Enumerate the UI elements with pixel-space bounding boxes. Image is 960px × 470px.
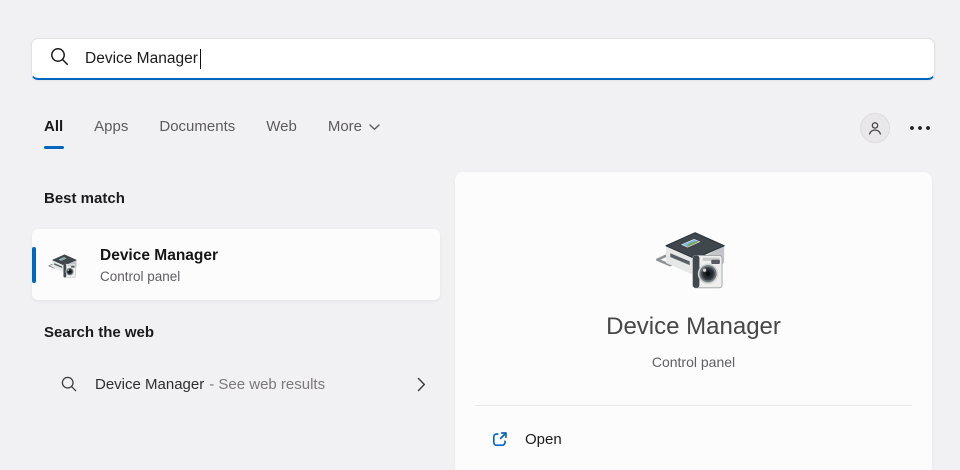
tab-apps[interactable]: Apps [94, 118, 128, 149]
expand-web-results-button[interactable] [413, 373, 430, 396]
chevron-down-icon [369, 124, 380, 131]
device-manager-icon [48, 250, 80, 279]
search-the-web-heading: Search the web [44, 324, 154, 341]
header-actions [860, 113, 933, 143]
tab-more[interactable]: More [328, 118, 380, 149]
more-options-button[interactable] [907, 121, 933, 135]
open-external-icon [490, 430, 509, 449]
divider [475, 405, 912, 406]
preview-panel: Device Manager Control panel Open [455, 172, 932, 470]
result-subtitle: Control panel [100, 269, 218, 284]
filter-bar: All Apps Documents Web More [44, 118, 933, 149]
chevron-right-icon [417, 377, 426, 392]
windows-search-flyout: Device Manager All Apps Documents Web Mo… [0, 0, 960, 470]
preview-subtitle: Control panel [455, 354, 932, 370]
user-avatar-icon [866, 119, 884, 137]
best-match-item[interactable]: Device Manager Control panel [32, 229, 440, 300]
open-action[interactable]: Open [475, 419, 912, 459]
search-filter-tabs: All Apps Documents Web More [44, 118, 380, 149]
best-match-texts: Device Manager Control panel [100, 246, 218, 284]
open-label: Open [525, 431, 562, 448]
search-input[interactable]: Device Manager [31, 38, 935, 80]
device-manager-icon [655, 222, 733, 291]
text-cursor [200, 49, 202, 69]
tab-documents[interactable]: Documents [159, 118, 235, 149]
result-title: Device Manager [100, 246, 218, 265]
ellipsis-icon [909, 125, 931, 131]
search-icon [60, 375, 78, 393]
selection-accent-bar [32, 247, 36, 283]
tab-web[interactable]: Web [266, 118, 297, 149]
web-search-item[interactable]: Device Manager - See web results [32, 362, 440, 406]
tab-more-label: More [328, 118, 362, 136]
search-icon [49, 46, 70, 72]
user-avatar-button[interactable] [860, 113, 890, 143]
web-annotation-text: - See web results [209, 376, 325, 393]
search-query-text: Device Manager [85, 50, 198, 68]
preview-title: Device Manager [455, 313, 932, 341]
tab-all[interactable]: All [44, 118, 63, 149]
web-query-text: Device Manager [95, 376, 204, 393]
best-match-heading: Best match [44, 190, 125, 207]
